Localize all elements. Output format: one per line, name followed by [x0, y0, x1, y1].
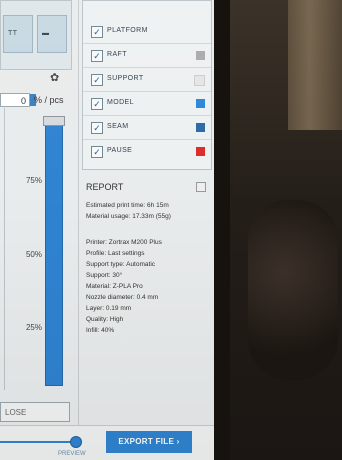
quantity-unit: % / pcs	[34, 95, 64, 105]
legend-row-platform[interactable]: ✓ PLATFORM	[83, 19, 211, 44]
legend-row-support[interactable]: ✓ SUPPORT	[83, 67, 211, 92]
slicer-screen: TT ▬ ✿ 0 % / pcs 75% 50% 25% LOSE ✓ PLAT…	[0, 0, 214, 460]
report-material-usage: Material usage: 17.33m (55g)	[86, 213, 171, 220]
color-swatch	[194, 75, 205, 86]
curtain	[288, 0, 342, 130]
checkbox[interactable]: ✓	[91, 50, 103, 62]
tick-label: 25%	[25, 323, 42, 332]
quantity-input[interactable]: 0	[0, 93, 30, 107]
legend-row-raft[interactable]: ✓ RAFT	[83, 43, 211, 68]
view-cube-panel: TT ▬	[0, 0, 72, 70]
legend-row-model[interactable]: ✓ MODEL	[83, 91, 211, 116]
checkbox[interactable]: ✓	[91, 98, 103, 110]
report-material: Material: Z-PLA Pro	[86, 283, 143, 290]
checkbox[interactable]: ✓	[91, 26, 103, 38]
preview-slider-thumb[interactable]	[70, 436, 82, 448]
checkbox[interactable]: ✓	[91, 122, 103, 134]
report-layer: Layer: 0.19 mm	[86, 305, 132, 312]
preview-slider-track[interactable]	[0, 441, 74, 443]
color-swatch	[196, 99, 205, 108]
report-panel: REPORT Estimated print time: 6h 15m Mate…	[82, 176, 212, 346]
preview-label: PREVIEW	[58, 451, 86, 457]
close-button[interactable]: LOSE	[0, 402, 70, 422]
color-swatch	[196, 147, 205, 156]
legend-row-seam[interactable]: ✓ SEAM	[83, 115, 211, 140]
monitor-bezel	[213, 0, 230, 460]
legend-label: SEAM	[107, 123, 129, 130]
tick-label: 75%	[25, 176, 42, 185]
report-support-type: Support type: Automatic	[86, 261, 156, 268]
color-swatch	[196, 123, 205, 132]
layer-slider-thumb[interactable]	[43, 116, 65, 126]
room-background	[228, 0, 342, 460]
gear-icon[interactable]: ✿	[50, 71, 59, 84]
legend-label: PAUSE	[107, 147, 133, 154]
legend-label: MODEL	[107, 99, 134, 106]
report-print-time: Estimated print time: 6h 15m	[86, 202, 169, 209]
cube-right-icon[interactable]: ▬	[37, 15, 67, 53]
report-support: Support: 30°	[86, 272, 123, 279]
checkbox[interactable]: ✓	[91, 74, 103, 86]
export-file-button[interactable]: EXPORT FILE ›	[106, 431, 192, 453]
legend-label: SUPPORT	[107, 75, 144, 82]
report-quality: Quality: High	[86, 316, 124, 323]
chair-shadow	[248, 200, 338, 380]
collapse-icon[interactable]	[196, 182, 206, 192]
legend-label: PLATFORM	[107, 27, 148, 34]
legend-row-pause[interactable]: ✓ PAUSE	[83, 139, 211, 163]
legend-label: RAFT	[107, 51, 127, 58]
layer-legend: ✓ PLATFORM ✓ RAFT ✓ SUPPORT ✓ MODEL ✓ SE…	[82, 0, 212, 170]
report-nozzle: Nozzle diameter: 0.4 mm	[86, 294, 159, 301]
slider-frame	[4, 108, 75, 390]
checkbox[interactable]: ✓	[91, 146, 103, 158]
cube-left-icon[interactable]: TT	[3, 15, 33, 53]
layer-slider-track[interactable]	[45, 118, 63, 386]
panel-divider	[78, 0, 79, 430]
photo-scene: TT ▬ ✿ 0 % / pcs 75% 50% 25% LOSE ✓ PLAT…	[0, 0, 342, 460]
report-infill: Infill: 40%	[86, 327, 115, 334]
color-swatch	[196, 51, 205, 60]
report-title: REPORT	[86, 182, 124, 192]
tick-label: 50%	[25, 250, 42, 259]
report-printer: Printer: Zortrax M200 Plus	[86, 239, 162, 246]
report-profile: Profile: Last settings	[86, 250, 145, 257]
